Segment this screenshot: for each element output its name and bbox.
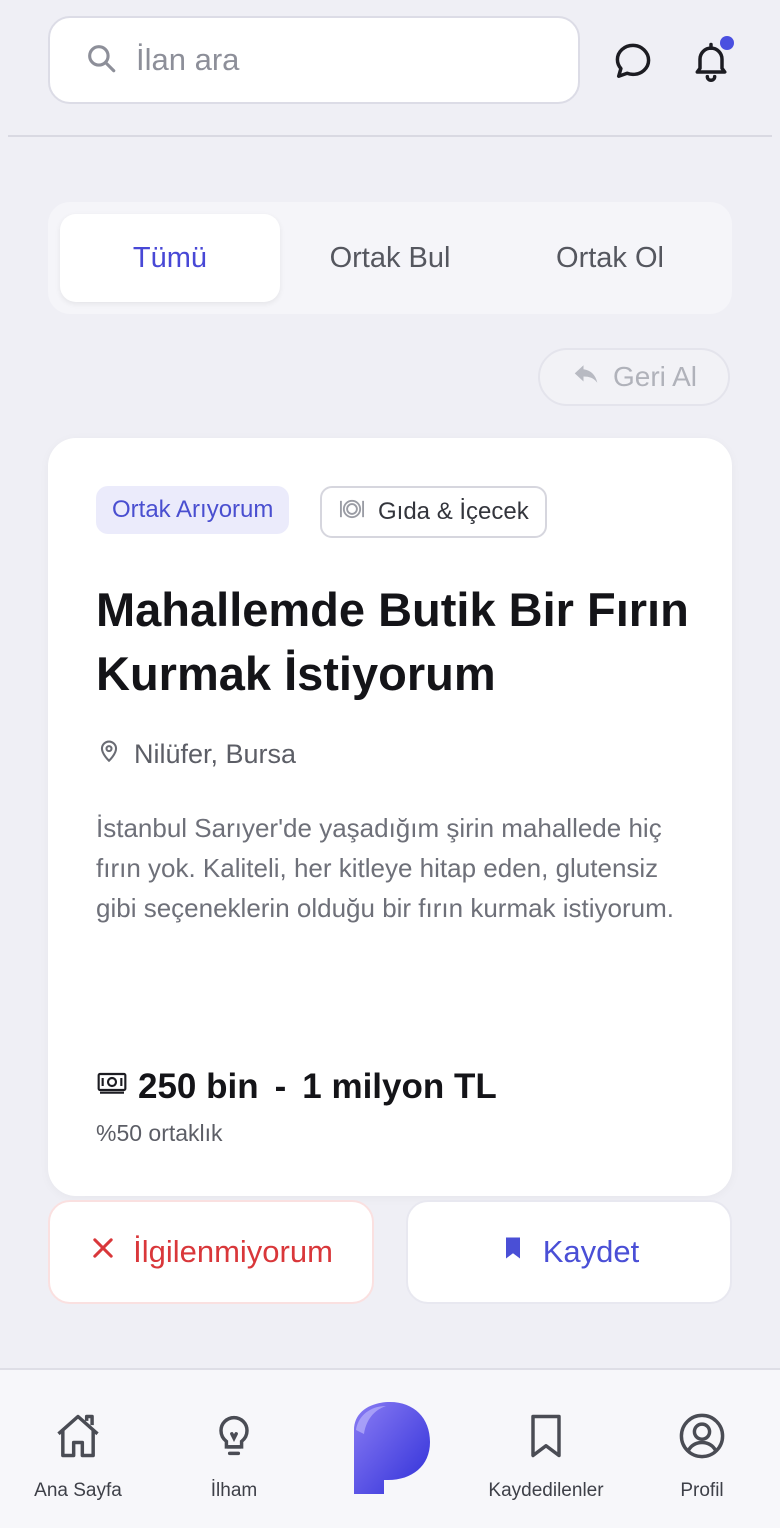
notification-dot (720, 36, 734, 50)
tab-find-partner[interactable]: Ortak Bul (280, 214, 500, 302)
budget-min: 250 bin (138, 1066, 259, 1106)
listing-title: Mahallemde Butik Bir Fırın Kurmak İstiyo… (96, 583, 689, 700)
nav-home[interactable]: Ana Sayfa (0, 1410, 156, 1502)
not-interested-label: İlgilenmiyorum (133, 1234, 333, 1269)
plate-icon (338, 495, 366, 530)
close-icon (89, 1234, 117, 1270)
segment-tabs: Tümü Ortak Bul Ortak Ol (48, 202, 732, 314)
listing-card[interactable]: Ortak Arıyorum Gıda & İçecek Mahallemde … (48, 438, 732, 1196)
budget-separator: - (274, 1066, 287, 1106)
search-icon (84, 41, 118, 80)
nav-saved-label: Kaydedilenler (488, 1480, 604, 1501)
bottom-nav: Ana Sayfa İlham Kaydedilenler Profil (0, 1368, 780, 1528)
search-input[interactable] (136, 42, 536, 78)
listing-type-badge: Ortak Arıyorum (96, 486, 290, 534)
nav-saved[interactable]: Kaydedilenler (468, 1410, 624, 1502)
bookmark-filled-icon (499, 1234, 527, 1270)
budget-range: 250 bin - 1 milyon TL (96, 1066, 497, 1107)
bookmark-icon (520, 1410, 572, 1480)
user-icon (676, 1410, 728, 1480)
not-interested-button[interactable]: İlgilenmiyorum (48, 1200, 374, 1304)
undo-label: Geri Al (612, 361, 698, 392)
category-label: Gıda & İçecek (378, 498, 529, 525)
chat-icon[interactable] (610, 38, 656, 84)
nav-home-label: Ana Sayfa (34, 1480, 122, 1501)
listing-description: İstanbul Sarıyer'de yaşadığım şirin maha… (96, 813, 675, 923)
save-label: Kaydet (542, 1234, 640, 1269)
home-icon (52, 1410, 104, 1480)
nav-profile-label: Profil (680, 1480, 724, 1501)
location-pin-icon (96, 738, 122, 771)
search-bar[interactable] (48, 16, 580, 104)
brand-logo[interactable] (346, 1400, 434, 1496)
lightbulb-icon (208, 1410, 260, 1480)
listing-location: Nilüfer, Bursa (96, 738, 296, 771)
nav-profile[interactable]: Profil (624, 1410, 780, 1502)
undo-arrow-icon (571, 359, 601, 396)
budget-max: 1 milyon TL (302, 1066, 497, 1106)
save-button[interactable]: Kaydet (406, 1200, 732, 1304)
header-divider (8, 135, 772, 137)
undo-button[interactable]: Geri Al (538, 348, 730, 406)
partnership-share: %50 ortaklık (96, 1120, 223, 1146)
nav-inspiration-label: İlham (210, 1480, 258, 1501)
category-badge: Gıda & İçecek (320, 486, 547, 538)
money-icon (96, 1066, 128, 1107)
location-text: Nilüfer, Bursa (134, 739, 297, 769)
app-screen: Tümü Ortak Bul Ortak Ol Geri Al Ortak Ar… (0, 0, 780, 1528)
tab-be-partner[interactable]: Ortak Ol (500, 214, 720, 302)
nav-inspiration[interactable]: İlham (156, 1410, 312, 1502)
tab-all[interactable]: Tümü (60, 214, 280, 302)
